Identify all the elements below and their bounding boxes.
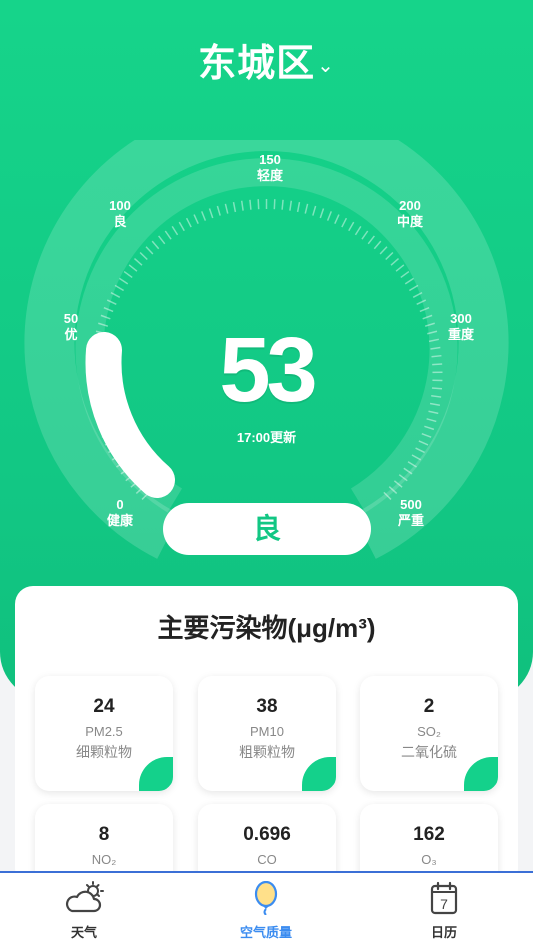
- gauge-tick: [289, 200, 293, 211]
- gauge-tick: [395, 264, 405, 272]
- gauge-tick: [208, 208, 214, 219]
- gauge-tick: [185, 217, 192, 228]
- gauge-tick: [171, 225, 179, 236]
- gauge-tick: [400, 270, 410, 279]
- aqi-value: 53: [219, 319, 317, 421]
- pollutant-tile-pm25[interactable]: 24 PM2.5 细颗粒物: [35, 676, 173, 791]
- pollutants-title: 主要污染物(μg/m³): [157, 613, 376, 643]
- bottom-nav: 天气 空气质量 7 日历: [0, 871, 533, 947]
- pollutant-name: 二氧化硫: [401, 744, 457, 760]
- cloud-sun-icon: [65, 881, 104, 913]
- gauge-tick: [385, 251, 394, 261]
- gauge-tick: [281, 199, 284, 210]
- scale-mark-150: 150 轻度: [256, 152, 283, 183]
- gauge-tick: [164, 230, 172, 240]
- gauge-tick: [216, 205, 221, 216]
- gauge-tick: [158, 235, 166, 245]
- gauge-tick: [178, 221, 185, 232]
- calendar-day: 7: [440, 896, 448, 912]
- scale-mark-200: 200 中度: [396, 198, 423, 229]
- nav-label-calendar: 日历: [430, 925, 457, 940]
- pollutant-value: 0.696: [243, 824, 291, 845]
- pollutant-code: NO₂: [91, 852, 117, 867]
- gauge-tick: [118, 277, 129, 285]
- pollutant-code: CO: [257, 852, 277, 867]
- scale-mark-500: 500 严重: [397, 497, 424, 528]
- gauge-tick: [296, 201, 301, 213]
- pollutant-code: PM2.5: [85, 724, 123, 739]
- pollutant-value: 38: [256, 696, 278, 717]
- pollutant-name: 粗颗粒物: [239, 744, 295, 760]
- gauge-tick: [128, 264, 138, 272]
- pollutant-value: 162: [413, 824, 445, 845]
- pollutant-value: 2: [423, 696, 435, 717]
- pollutant-name: 细颗粒物: [76, 744, 132, 760]
- district-selector[interactable]: 东城区 ⌄: [0, 32, 533, 87]
- scale-mark-0: 0 健康: [106, 497, 133, 528]
- aqi-level-badge[interactable]: 良: [163, 503, 371, 555]
- district-name: 东城区: [198, 43, 316, 85]
- gauge-tick: [390, 258, 400, 266]
- gauge-tick: [304, 203, 309, 214]
- gauge-tick: [319, 208, 325, 219]
- balloon-icon: [254, 880, 278, 916]
- gauge-tick: [133, 258, 143, 266]
- gauge-tick: [224, 203, 229, 214]
- pollutant-code: SO₂: [417, 724, 441, 739]
- gauge-tick: [139, 251, 148, 261]
- update-time: 17:00更新: [236, 430, 297, 445]
- gauge-tick: [341, 217, 348, 228]
- pollutant-tile-pm10[interactable]: 38 PM10 粗颗粒物: [198, 676, 336, 791]
- gauge-tick: [240, 200, 244, 211]
- nav-tab-calendar[interactable]: 7 日历: [384, 881, 504, 941]
- nav-label-air-quality: 空气质量: [239, 925, 292, 940]
- gauge-tick: [348, 221, 355, 232]
- gauge-tick: [361, 230, 369, 240]
- gauge-tick: [326, 211, 332, 221]
- gauge-tick: [373, 240, 382, 250]
- gauge-tick: [114, 284, 124, 292]
- chevron-down-icon: ⌄: [317, 55, 335, 78]
- pollutants-card: 主要污染物(μg/m³) 24 PM2.5 细颗粒物 38 PM10 粗颗粒物 …: [15, 586, 518, 919]
- pollutant-tile-so2[interactable]: 2 SO₂ 二氧化硫: [360, 676, 498, 791]
- gauge-tick: [249, 199, 252, 210]
- gauge-tick: [201, 211, 207, 221]
- gauge-tick: [312, 205, 317, 216]
- leaf-icon: [464, 757, 498, 791]
- nav-tab-air-quality[interactable]: 空气质量: [206, 880, 326, 941]
- pollutant-code: PM10: [250, 724, 284, 739]
- gauge-tick: [367, 235, 375, 245]
- gauge-tick: [404, 277, 415, 285]
- gauge-tick: [151, 240, 160, 250]
- gauge-tick: [409, 284, 419, 292]
- gauge-tick: [193, 214, 199, 225]
- gauge-tick: [354, 225, 362, 236]
- calendar-icon: 7: [430, 881, 458, 915]
- gauge-tick: [232, 201, 237, 213]
- pollutant-value: 24: [93, 696, 115, 717]
- pollutant-code: O₃: [421, 852, 437, 867]
- pollutant-value: 8: [98, 824, 110, 845]
- gauge-tick: [334, 214, 340, 225]
- leaf-icon: [139, 757, 173, 791]
- gauge-tick: [123, 270, 133, 279]
- leaf-icon: [302, 757, 336, 791]
- gauge-tick: [145, 246, 154, 255]
- scale-mark-100: 100 良: [109, 198, 131, 229]
- gauge-tick: [379, 246, 388, 255]
- nav-label-weather: 天气: [70, 925, 97, 940]
- nav-tab-weather[interactable]: 天气: [24, 881, 144, 941]
